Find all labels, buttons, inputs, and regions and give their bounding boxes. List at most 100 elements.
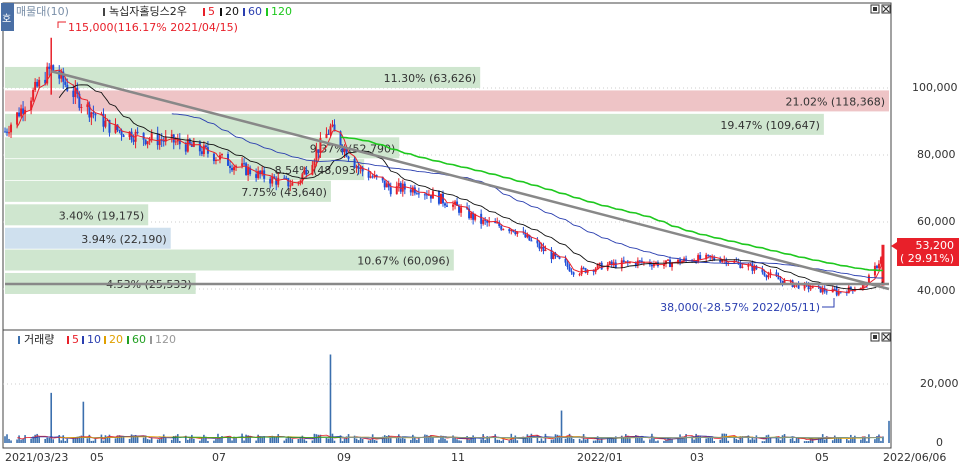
legend-volume-title[interactable]: 거래량 [24,333,54,346]
volume-bar [727,440,730,443]
candle-body [255,174,258,178]
candle-body [470,212,473,219]
volume-bar [114,438,117,443]
volume-bar [52,439,55,443]
candle-body [877,263,880,269]
volume-bar [156,439,159,443]
volume-bar [44,438,46,443]
volume-bar [285,438,288,443]
candle-body [389,187,392,195]
volume-bar [874,439,876,443]
volume-bar [341,441,344,443]
volume-bar [753,439,756,443]
candle-body [104,120,107,127]
volume-bar [544,433,547,443]
candle-body [114,124,117,133]
volume-bar [444,438,446,443]
legend-indicator[interactable]: 매물대(10) [16,5,69,18]
volume-bar [612,438,615,443]
volume-bar [805,441,808,443]
candle-body [564,258,567,263]
volume-bar [568,433,571,443]
volume-bar [625,434,627,443]
volume-bar [432,437,434,443]
volume-profile-label: 11.30% (63,626) [384,72,477,85]
candle-body [269,178,272,184]
volume-bar [809,438,812,443]
volume-bar [10,440,12,443]
volume-bar [187,439,189,443]
candle-body [671,263,674,268]
stock-chart-window: 11.30% (63,626) 21.02% (118,368) 19.47% (1… [0,0,961,468]
x-tick-label: 2022/06/06 [883,451,946,464]
candle-body [174,141,177,143]
candle-body [502,229,505,231]
volume-bar [564,438,567,443]
volume-bar [142,437,145,443]
volume-bar [199,440,201,443]
candle-body [538,243,541,249]
volume-bar [375,440,378,443]
high-annotation: 115,000(116.17% 2021/04/15) [57,21,238,34]
volume-bar [418,438,420,443]
candle-body [443,203,446,206]
volume-bar [58,434,61,443]
volume-bar [719,439,722,443]
volume-bar [594,440,597,443]
candle-body [526,234,529,238]
volume-bar [823,439,826,443]
legend-stock-name[interactable]: 녹십자홀딩스2우 [109,5,187,18]
candle-body [146,141,149,145]
candle-body [417,193,420,195]
volume-bar [765,435,768,443]
volume-bar [498,439,501,443]
volume-bar [100,434,103,443]
candle-body [570,271,573,273]
candle-body [861,284,864,289]
volume-bar [176,434,179,443]
volume-bar [404,438,406,443]
candle-body [200,151,203,155]
candle-body [767,274,770,278]
candle-body [439,193,442,204]
volume-bar [793,441,796,443]
volume-profile-label: 10.67% (60,096) [357,255,450,268]
volume-bar [291,439,294,443]
candle-body [16,112,19,125]
candle-body [64,81,67,85]
current-change-label: ( 29.91%) [900,252,954,265]
volume-bar [777,438,780,443]
volume-bar [327,438,330,443]
legend-vma20: 20 [109,333,123,346]
volume-bar [578,438,581,443]
volume-profile-label: 19.47% (109,647) [720,119,820,132]
candle-body [331,124,334,127]
volume-bar [128,438,131,443]
volume-bar [460,440,462,443]
candle-body [216,159,219,161]
candle-body [809,288,812,290]
volume-bar [86,438,89,443]
volume-bar [721,433,724,443]
volume-bar [705,438,707,443]
candle-body [446,205,448,207]
x-tick-label: 07 [212,451,226,464]
candle-body [243,163,246,165]
candle-body [202,145,205,155]
volume-bar [120,436,123,443]
volume-bar [629,438,631,443]
candle-body [622,260,625,263]
volume-bar [255,440,257,443]
volume-bar [347,434,350,443]
volume-bar [333,440,336,443]
volume-bar [795,437,798,443]
candle-body [118,130,121,132]
candle-body [458,205,461,213]
legend-ma120: 120 [271,5,292,18]
svg-text:38,000(-28.57% 2022/05/11): 38,000(-28.57% 2022/05/11) [660,301,820,314]
candle-body [409,189,412,193]
volume-bar [361,439,364,443]
candle-body [72,90,75,98]
volume-bar [472,435,474,443]
volume-bar [496,439,499,443]
